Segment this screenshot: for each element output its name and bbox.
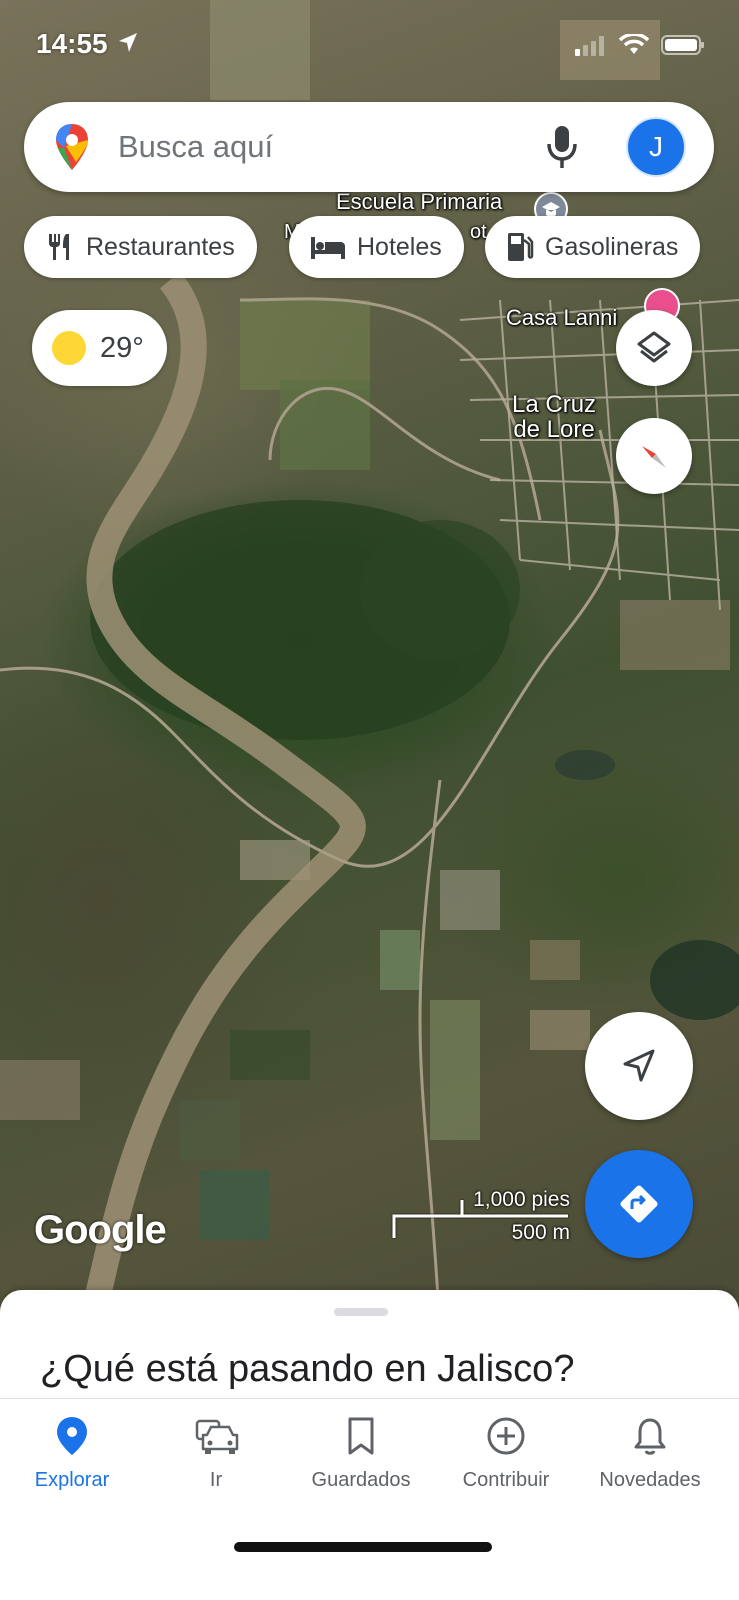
- wifi-icon: [619, 34, 649, 54]
- home-indicator[interactable]: [234, 1542, 492, 1552]
- chip-gasolineras[interactable]: Gasolineras: [485, 216, 701, 278]
- avatar-initial: J: [649, 131, 663, 162]
- explore-pin-icon: [57, 1417, 87, 1455]
- nav-novedades[interactable]: Novedades: [578, 1415, 722, 1495]
- navigation-arrow-icon: [623, 1049, 655, 1082]
- nav-label: Ir: [209, 1469, 223, 1491]
- map-label-town[interactable]: La Cruz de Lore: [512, 391, 597, 444]
- bottom-navigation: Explorar Ir Guardados Contribuir Novedad…: [0, 1398, 739, 1600]
- sheet-title: ¿Qué está pasando en Jalisco?: [40, 1348, 575, 1390]
- map-label-town-line2: de Lore: [513, 416, 595, 444]
- battery-icon: [661, 35, 704, 55]
- my-location-button[interactable]: [585, 1012, 693, 1120]
- add-circle-icon: [487, 1417, 525, 1455]
- nav-label: Novedades: [599, 1469, 701, 1491]
- directions-icon: [620, 1185, 658, 1223]
- compass-icon: [642, 446, 666, 468]
- nav-ir[interactable]: Ir: [144, 1415, 288, 1495]
- weather-chip[interactable]: 29°: [32, 310, 167, 386]
- scale-metric: 500 m: [511, 1221, 570, 1244]
- map-label-school-fragment-2: ot: [470, 221, 487, 243]
- gas-pump-icon: [508, 233, 534, 261]
- nav-label: Explorar: [34, 1469, 110, 1491]
- status-bar: 14:55: [0, 0, 739, 90]
- sun-icon: [52, 331, 86, 365]
- avatar[interactable]: J: [626, 117, 686, 177]
- nav-explorar[interactable]: Explorar: [0, 1415, 144, 1495]
- status-icons: [573, 34, 705, 56]
- directions-button[interactable]: [585, 1150, 693, 1258]
- nav-label: Guardados: [311, 1469, 411, 1491]
- car-icon: [195, 1419, 239, 1454]
- compass-button[interactable]: [616, 418, 692, 494]
- status-time: 14:55: [36, 28, 141, 60]
- sheet-drag-handle[interactable]: [334, 1308, 388, 1316]
- satellite-map[interactable]: Escuela Primaria M ot Casa Lanni La Cruz…: [0, 0, 739, 1330]
- microphone-icon[interactable]: [544, 124, 580, 170]
- status-time-text: 14:55: [36, 28, 108, 59]
- nav-label: Contribuir: [462, 1469, 550, 1491]
- map-label-town-line1: La Cruz: [512, 391, 597, 418]
- map-label-casa[interactable]: Casa Lanni: [506, 306, 617, 329]
- fork-knife-icon: [49, 234, 69, 260]
- layers-button[interactable]: [616, 310, 692, 386]
- bed-icon: [311, 237, 345, 259]
- bookmark-icon: [348, 1417, 374, 1455]
- map-scale: 1,000 pies 500 m: [390, 1188, 570, 1248]
- google-maps-pin-icon: [56, 124, 88, 170]
- google-watermark: Google: [34, 1208, 167, 1252]
- nav-guardados[interactable]: Guardados: [289, 1415, 433, 1495]
- map-label-school[interactable]: Escuela Primaria: [336, 190, 502, 213]
- bell-icon: [634, 1418, 666, 1455]
- location-arrow-icon: [119, 33, 138, 52]
- weather-temperature: 29°: [100, 331, 144, 364]
- chip-label: Hoteles: [357, 232, 442, 261]
- nav-contribuir[interactable]: Contribuir: [434, 1415, 578, 1495]
- chip-label: Restaurantes: [86, 232, 235, 261]
- signal-icon: [575, 36, 604, 56]
- layers-icon: [637, 331, 671, 363]
- search-bar[interactable]: J: [24, 102, 714, 192]
- search-input[interactable]: [118, 124, 518, 170]
- chip-hoteles[interactable]: Hoteles: [289, 216, 464, 278]
- chip-restaurantes[interactable]: Restaurantes: [24, 216, 257, 278]
- chip-label: Gasolineras: [545, 232, 679, 261]
